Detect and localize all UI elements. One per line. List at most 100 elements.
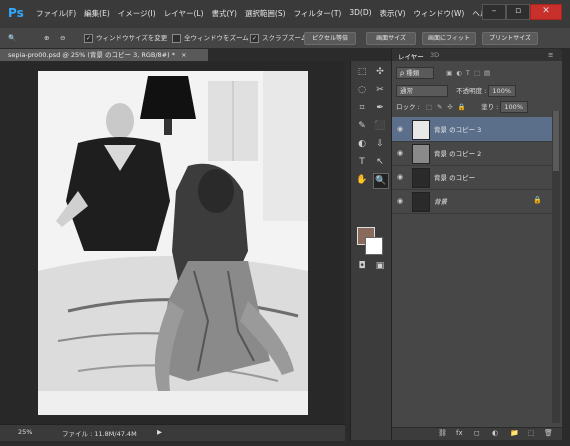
menu-file[interactable]: ファイル(F) [36,8,76,19]
document-tab-title: sepia-pro00.psd @ 25% (背景 のコピー 3, RGB/8#… [8,51,175,59]
zoom-in-icon[interactable]: ⊕ [44,32,49,44]
filter-row: ρ 種類 ▣◐T⬚▤ [396,67,494,79]
lock-icons[interactable]: ⬚✎✣🔒 [426,103,471,111]
layers-panel: レイヤー 3D ≡ ρ 種類 ▣◐T⬚▤ 通常 不透明度 : 100% ロック … [391,49,562,440]
layer-thumbnail [412,120,430,140]
screen-mode-icon[interactable]: ▣ [373,259,387,273]
document-canvas[interactable] [38,71,308,415]
background-color-swatch[interactable] [365,237,383,255]
eye-icon[interactable]: ◉ [397,197,405,205]
resize-window-checkbox[interactable]: ✓ ウィンドウサイズを変更 [84,32,167,44]
zoom-level[interactable]: 25% [18,428,32,436]
inverted-photo [38,71,308,415]
scrollbar-thumb[interactable] [553,111,559,171]
lock-row: ロック : ⬚✎✣🔒 塗り : 100% [396,101,529,113]
layers-list: ◉ 背景 のコピー 3 ◉ 背景 のコピー 2 ◉ 背景 のコピー ◉ 背景 🔒 [392,117,552,217]
opacity-input[interactable]: 100% [488,85,517,97]
layers-panel-footer: ⛓ fx ◻ ◐ 📁 ⬚ 🗑 [392,427,562,440]
canvas-area[interactable] [0,61,345,424]
menu-3d[interactable]: 3D(D) [349,8,371,19]
maximize-button[interactable]: ▫ [506,4,530,20]
lasso-tool-icon[interactable]: ◌ [355,83,369,97]
link-layers-icon[interactable]: ⛓ [438,429,447,437]
blend-row: 通常 不透明度 : 100% [396,85,517,97]
panel-tabs: レイヤー 3D ≡ [392,49,562,61]
document-tab[interactable]: sepia-pro00.psd @ 25% (背景 のコピー 3, RGB/8#… [0,49,208,61]
marquee-tool-icon[interactable]: ⬚ [355,65,369,79]
layer-row[interactable]: ◉ 背景 🔒 [392,189,552,214]
minimize-button[interactable]: – [482,4,506,20]
layers-scrollbar[interactable] [552,111,560,423]
kind-filter-select[interactable]: ρ 種類 [396,67,434,79]
status-menu-arrow-icon[interactable]: ▶ [157,428,162,436]
menu-select[interactable]: 選択範囲(S) [245,8,286,19]
eye-icon[interactable]: ◉ [397,149,405,157]
file-size: ファイル : 11.8M/47.4M [62,430,137,438]
tab-3d[interactable]: 3D [430,51,439,59]
zoom-tool-selected-icon[interactable]: 🔍 [373,173,389,189]
move-tool-icon[interactable]: ✣ [373,65,387,79]
add-mask-icon[interactable]: ◻ [474,429,480,437]
hand-tool-icon[interactable]: ✋ [355,173,369,187]
quick-mask-icon[interactable]: ◘ [355,259,369,273]
checkmark-icon: ✓ [250,33,259,43]
blend-mode-select[interactable]: 通常 [396,85,448,97]
delete-layer-icon[interactable]: 🗑 [544,429,553,437]
print-size-button[interactable]: プリントサイズ [482,32,538,45]
dodge-tool-icon[interactable]: ◐ [355,137,369,151]
layer-row[interactable]: ◉ 背景 のコピー 3 [392,117,552,142]
filter-icons[interactable]: ▣◐T⬚▤ [446,69,494,77]
opacity-label: 不透明度 : [456,87,487,95]
layer-thumbnail [412,168,430,188]
fx-icon[interactable]: fx [456,429,463,437]
eyedropper-tool-icon[interactable]: ✒ [373,101,387,115]
close-button[interactable]: ✕ [530,4,562,20]
close-tab-icon[interactable]: × [181,51,186,59]
ps-logo: Ps [8,6,24,20]
zoom-all-checkbox[interactable]: 全ウィンドウをズーム [172,32,249,44]
eye-icon[interactable]: ◉ [397,125,405,133]
layer-thumbnail [412,144,430,164]
scrubby-zoom-checkbox[interactable]: ✓ スクラブズーム [250,32,307,44]
layer-name: 背景 [434,198,447,206]
menu-filter[interactable]: フィルター(T) [294,8,342,19]
tools-panel: ⬚ ✣ ◌ ✂ ⌗ ✒ ✎ ⬛ ◐ ⇩ T ↖ ✋ 🔍 ◘ ▣ [350,61,391,440]
panel-menu-icon[interactable]: ≡ [548,51,553,59]
checkmark-icon: ✓ [84,33,93,43]
new-layer-icon[interactable]: ⬚ [528,429,535,437]
crop-tool-icon[interactable]: ✂ [373,83,387,97]
layer-row[interactable]: ◉ 背景 のコピー 2 [392,141,552,166]
stamp-tool-icon[interactable]: ⬛ [373,119,387,133]
options-bar: 🔍 ⊕ ⊖ ✓ ウィンドウサイズを変更 全ウィンドウをズーム ✓ スクラブズーム ピ… [0,28,570,49]
tab-layers[interactable]: レイヤー [398,51,424,61]
screen-size-button[interactable]: 画面サイズ [366,32,416,45]
paint-bucket-tool-icon[interactable]: ⇩ [373,137,387,151]
eye-icon[interactable]: ◉ [397,173,405,181]
slice-tool-icon[interactable]: ⌗ [355,101,369,115]
brush-tool-icon[interactable]: ✎ [355,119,369,133]
layer-thumbnail [412,192,430,212]
layer-row[interactable]: ◉ 背景 のコピー [392,165,552,190]
menu-layer[interactable]: レイヤー(L) [164,8,204,19]
fill-label: 塗り : [481,103,499,111]
status-bar: 25% ファイル : 11.8M/47.4M ▶ [0,424,345,441]
layer-name: 背景 のコピー [434,174,476,182]
adjustment-layer-icon[interactable]: ◐ [492,429,498,437]
zoom-tool-icon[interactable]: 🔍 [8,32,16,44]
fit-screen-button[interactable]: 画面にフィット [422,32,476,45]
fill-input[interactable]: 100% [500,101,529,113]
menu-image[interactable]: イメージ(I) [118,8,156,19]
menu-window[interactable]: ウィンドウ(W) [414,8,465,19]
zoom-out-icon[interactable]: ⊖ [60,32,65,44]
menu-view[interactable]: 表示(V) [380,8,406,19]
layer-name: 背景 のコピー 2 [434,150,482,158]
pixel-ratio-button[interactable]: ピクセル等倍 [304,32,356,45]
lock-label: ロック : [396,103,420,111]
path-select-tool-icon[interactable]: ↖ [373,155,387,169]
type-tool-icon[interactable]: T [355,155,369,169]
menu-edit[interactable]: 編集(E) [84,8,110,19]
menu-type[interactable]: 書式(Y) [212,8,237,19]
photoshop-window: Ps ファイル(F) 編集(E) イメージ(I) レイヤー(L) 書式(Y) 選… [0,0,570,446]
new-group-icon[interactable]: 📁 [510,429,519,437]
menu-items: ファイル(F) 編集(E) イメージ(I) レイヤー(L) 書式(Y) 選択範囲… [36,8,495,19]
